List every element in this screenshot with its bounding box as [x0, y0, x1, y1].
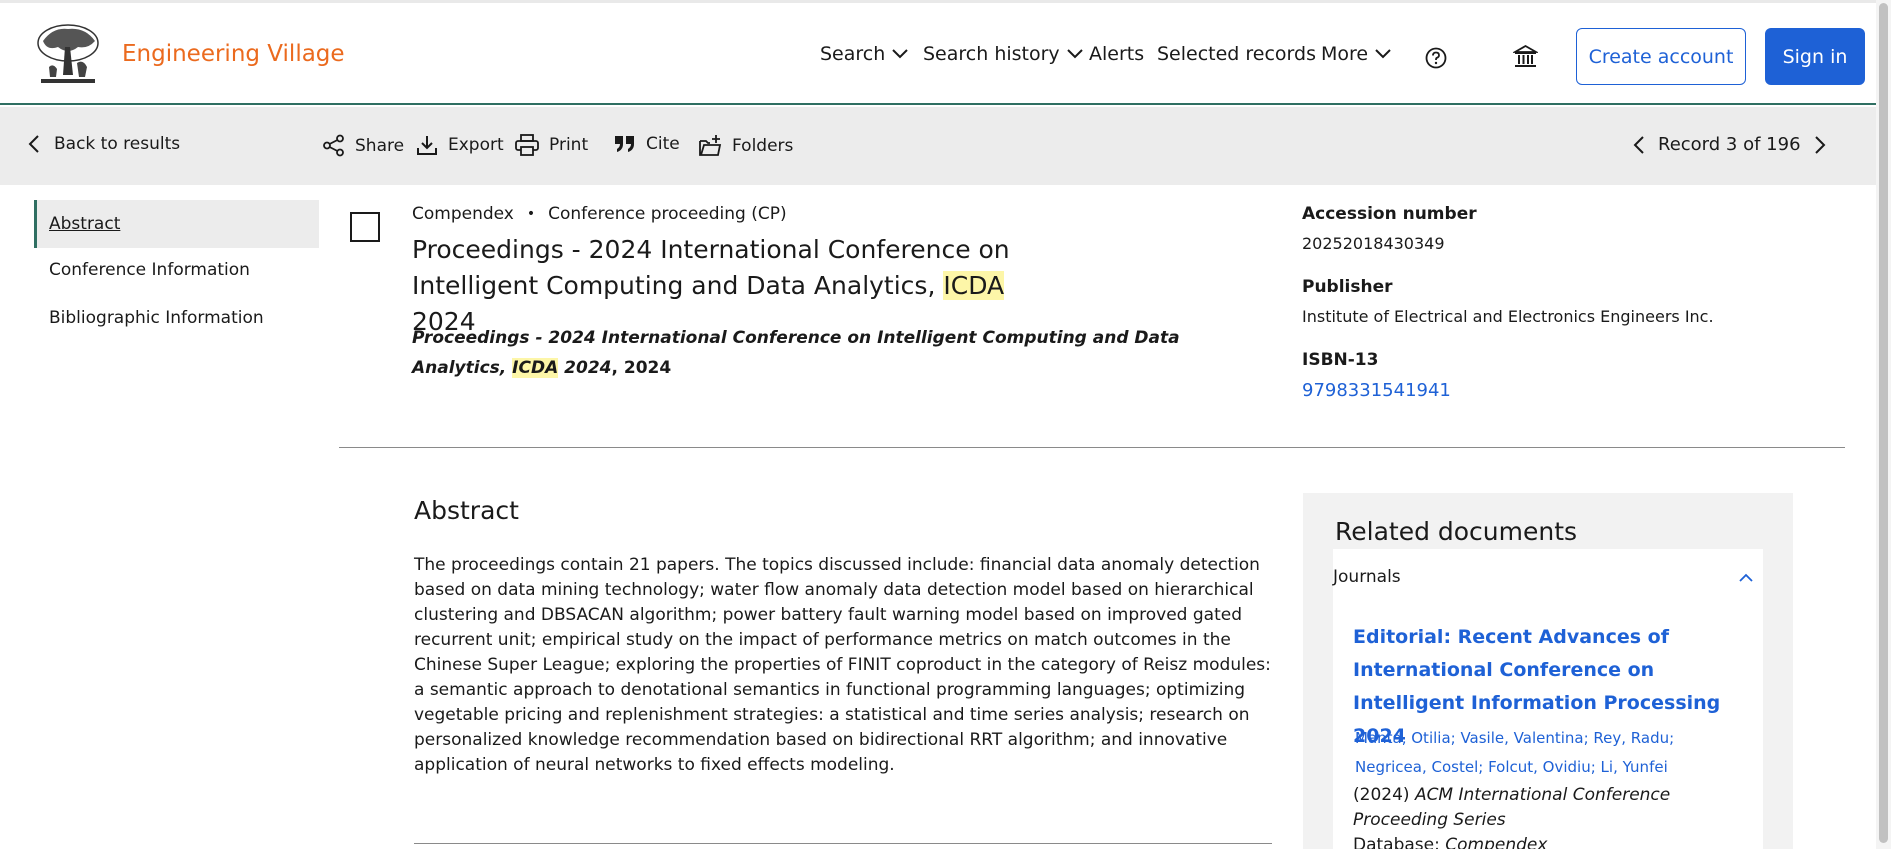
record-pager: Record 3 of 196: [1632, 134, 1827, 155]
scrollbar-thumb[interactable]: [1879, 3, 1888, 843]
isbn-link[interactable]: 9798331541941: [1302, 380, 1802, 401]
chevron-left-icon: [28, 135, 39, 153]
abstract-heading: Abstract: [414, 496, 519, 525]
chevron-down-icon: [1375, 49, 1391, 59]
nav-more[interactable]: More: [1321, 43, 1391, 65]
nav-selected-records-label: Selected records: [1157, 43, 1316, 65]
back-to-results-label: Back to results: [54, 134, 181, 154]
next-record-icon[interactable]: [1813, 135, 1827, 155]
nav-search-history[interactable]: Search history: [923, 43, 1083, 65]
publisher-value: Institute of Electrical and Electronics …: [1302, 307, 1714, 326]
sign-in-button[interactable]: Sign in: [1765, 28, 1865, 85]
source-year: , 2024: [611, 358, 672, 378]
brand-name[interactable]: Engineering Village: [122, 41, 345, 67]
export-label: Export: [448, 135, 504, 155]
journals-accordion-header[interactable]: Journals: [1333, 567, 1763, 587]
separator-dot: •: [526, 206, 536, 222]
record-title-main: Proceedings - 2024 International Confere…: [412, 235, 1010, 300]
nav-more-label: More: [1321, 43, 1369, 65]
sidebar-item-bibliographic-information[interactable]: Bibliographic Information: [34, 294, 319, 342]
nav-alerts[interactable]: Alerts: [1089, 43, 1144, 65]
related-journals-section: Journals Editorial: Recent Advances of I…: [1333, 549, 1763, 849]
cite-button[interactable]: Cite: [614, 134, 680, 154]
record-toolbar: Back to results Share Export Print Cite: [0, 107, 1891, 185]
abstract-text: The proceedings contain 21 papers. The t…: [414, 555, 1271, 775]
section-divider: [339, 447, 1845, 448]
abstract-divider: [414, 843, 1272, 844]
help-icon[interactable]: [1425, 47, 1447, 69]
share-button[interactable]: Share: [322, 134, 404, 157]
document-type: Conference proceeding (CP): [548, 204, 787, 224]
journals-label: Journals: [1333, 567, 1401, 587]
top-header: Engineering Village Search Search histor…: [0, 0, 1891, 105]
record-details: Accession number 20252018430349 Publishe…: [1302, 204, 1802, 401]
previous-record-icon[interactable]: [1632, 135, 1646, 155]
chevron-down-icon: [1066, 49, 1083, 59]
record-title-highlight: ICDA: [943, 271, 1005, 300]
related-article-citation: (2024) ACM International Conference Proc…: [1353, 783, 1753, 849]
select-record-checkbox[interactable]: [350, 212, 380, 242]
folder-add-icon: [699, 135, 722, 156]
publisher-label: Publisher: [1302, 277, 1393, 297]
share-label: Share: [355, 135, 405, 156]
citation-database-label: Database:: [1353, 835, 1440, 849]
accession-number-value: 20252018430349: [1302, 234, 1445, 253]
authors-line[interactable]: Manta, Otilia; Vasile, Valentina; Rey, R…: [1355, 724, 1755, 753]
download-icon: [417, 136, 437, 155]
nav-selected-records[interactable]: Selected records: [1157, 43, 1316, 65]
authors-line[interactable]: Negricea, Costel; Folcut, Ovidiu; Li, Yu…: [1355, 753, 1755, 782]
nav-alerts-label: Alerts: [1089, 43, 1145, 65]
back-to-results-link[interactable]: Back to results: [28, 134, 180, 154]
record-source: Proceedings - 2024 International Confere…: [412, 323, 1242, 383]
folders-label: Folders: [732, 136, 794, 156]
isbn-label: ISBN-13: [1302, 350, 1379, 370]
source-highlight: ICDA: [512, 358, 559, 378]
export-button[interactable]: Export: [416, 134, 504, 156]
elsevier-tree-logo[interactable]: [33, 23, 103, 87]
related-article-authors: Manta, Otilia; Vasile, Valentina; Rey, R…: [1355, 724, 1755, 782]
sidebar-item-conference-information[interactable]: Conference Information: [34, 246, 319, 294]
folders-button[interactable]: Folders: [698, 134, 793, 158]
institution-icon[interactable]: [1513, 44, 1538, 69]
accession-number-label: Accession number: [1302, 204, 1477, 224]
sidebar-item-abstract[interactable]: Abstract: [34, 200, 319, 248]
citation-year: (2024): [1353, 785, 1410, 805]
quote-icon: [615, 136, 634, 152]
nav-search-history-label: Search history: [923, 43, 1060, 65]
citation-database-value: Compendex: [1445, 835, 1548, 849]
share-icon: [323, 134, 344, 157]
page-scrollbar[interactable]: [1876, 0, 1891, 849]
create-account-button[interactable]: Create account: [1576, 28, 1746, 85]
source-title-year: 2024: [564, 358, 612, 378]
record-position: Record 3 of 196: [1658, 134, 1801, 155]
related-documents-heading: Related documents: [1335, 517, 1578, 546]
nav-search-label: Search: [820, 43, 886, 65]
printer-icon: [515, 134, 539, 156]
chevron-up-icon[interactable]: [1739, 573, 1753, 582]
record-meta: Compendex • Conference proceeding (CP): [412, 204, 787, 224]
nav-search[interactable]: Search: [820, 43, 908, 65]
print-label: Print: [549, 135, 589, 155]
print-button[interactable]: Print: [515, 134, 588, 156]
cite-label: Cite: [646, 134, 680, 154]
related-documents-panel: Related documents Journals Editorial: Re…: [1303, 493, 1793, 849]
database-label: Compendex: [412, 204, 514, 224]
chevron-down-icon: [892, 49, 908, 59]
